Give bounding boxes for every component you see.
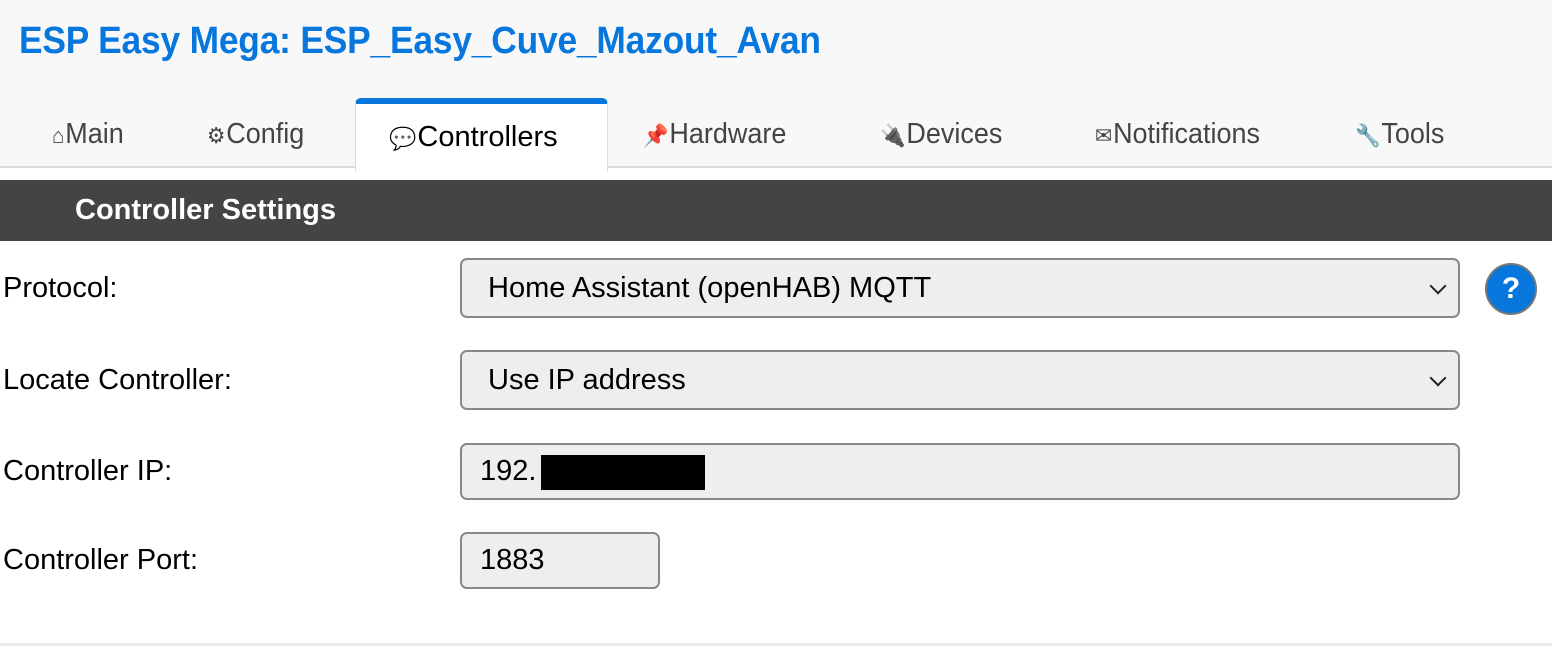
tab-label: Config	[226, 118, 305, 150]
protocol-label: Protocol:	[3, 272, 118, 304]
protocol-select[interactable]: Home Assistant (openHAB) MQTT	[460, 258, 1460, 318]
tab-label: Tools	[1381, 118, 1445, 150]
chevron-down-icon	[1429, 277, 1447, 295]
tab-notifications[interactable]: ✉Notifications	[1095, 98, 1260, 170]
plug-icon: 🔌	[880, 123, 906, 148]
section-header: Controller Settings	[0, 180, 1552, 241]
tab-label: Notifications	[1113, 118, 1260, 150]
tab-config[interactable]: ⚙Config	[207, 98, 304, 170]
page-title: ESP Easy Mega: ESP_Easy_Cuve_Mazout_Avan	[19, 20, 821, 62]
section-title: Controller Settings	[75, 194, 337, 226]
question-icon: ?	[1501, 272, 1521, 305]
tab-main[interactable]: ⌂Main	[52, 98, 124, 170]
tab-controllers[interactable]: 💬Controllers	[355, 98, 608, 172]
tab-tools[interactable]: 🔧Tools	[1355, 98, 1444, 170]
gear-icon: ⚙	[207, 123, 226, 148]
protocol-value: Home Assistant (openHAB) MQTT	[488, 271, 932, 304]
tab-devices[interactable]: 🔌Devices	[880, 98, 1002, 170]
tab-label: Main	[65, 118, 124, 150]
chevron-down-icon	[1429, 369, 1447, 387]
help-button[interactable]: ?	[1485, 263, 1537, 315]
controller-port-input[interactable]: 1883	[460, 532, 660, 589]
speech-bubble-icon: 💬	[389, 126, 417, 151]
tab-hardware[interactable]: 📌Hardware	[643, 98, 786, 170]
tab-label: Hardware	[669, 118, 787, 150]
tab-label: Devices	[906, 118, 1003, 150]
top-bar: ESP Easy Mega: ESP_Easy_Cuve_Mazout_Avan…	[0, 0, 1552, 172]
locate-controller-value: Use IP address	[488, 363, 686, 396]
controller-port-label: Controller Port:	[3, 544, 199, 576]
controller-ip-label: Controller IP:	[3, 455, 173, 487]
home-icon: ⌂	[52, 123, 65, 148]
redaction-mark	[541, 455, 705, 490]
wrench-icon: 🔧	[1355, 123, 1381, 148]
tab-label: Controllers	[417, 121, 558, 153]
controller-ip-value: 192.	[480, 455, 537, 487]
pushpin-icon: 📌	[643, 123, 669, 148]
locate-controller-select[interactable]: Use IP address	[460, 350, 1460, 410]
controller-port-value: 1883	[480, 544, 545, 576]
locate-controller-label: Locate Controller:	[3, 364, 232, 396]
envelope-icon: ✉	[1095, 123, 1113, 148]
